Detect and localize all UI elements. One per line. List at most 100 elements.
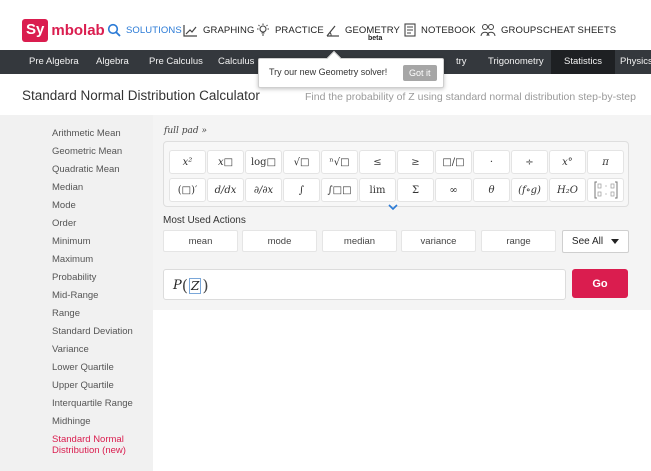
sidebar-item-mode[interactable]: Mode (52, 200, 76, 211)
logo-text: mbolab (51, 21, 105, 39)
category-geometry-partial[interactable]: try (444, 50, 479, 74)
nav-graphing[interactable]: GRAPHING (183, 18, 254, 42)
expression-input[interactable]: P ( Z ) (163, 269, 566, 300)
sidebar-item-lower-quartile[interactable]: Lower Quartile (52, 362, 114, 373)
key-sum[interactable]: Σ (397, 178, 434, 202)
nav-geometry[interactable]: GEOMETRY beta (326, 18, 400, 42)
action-variance-button[interactable]: variance (401, 230, 476, 252)
sidebar-item-minimum[interactable]: Minimum (52, 236, 91, 247)
key-sqrt[interactable]: √□ (283, 150, 320, 174)
action-median-button[interactable]: median (322, 230, 397, 252)
nav-cheat-sheets-label: CHEAT SHEETS (543, 24, 617, 36)
action-range-button[interactable]: range (481, 230, 556, 252)
nav-solutions[interactable]: SOLUTIONS (107, 18, 182, 42)
category-algebra[interactable]: Algebra (84, 50, 141, 74)
key-divide[interactable]: ÷ (511, 150, 548, 174)
page-subtitle: Find the probability of Z using standard… (305, 91, 636, 103)
sidebar-item-standard-deviation[interactable]: Standard Deviation (52, 326, 133, 337)
category-pre-calculus[interactable]: Pre Calculus (137, 50, 215, 74)
logo-badge: Sy (22, 18, 49, 42)
sidebar: Arithmetic Mean Geometric Mean Quadratic… (0, 115, 153, 471)
notebook-icon (404, 23, 416, 37)
most-used-actions-label: Most Used Actions (163, 215, 246, 226)
category-trigonometry[interactable]: Trigonometry (476, 50, 556, 74)
sidebar-item-maximum[interactable]: Maximum (52, 254, 93, 265)
key-power[interactable]: x□ (207, 150, 244, 174)
geometry-icon (326, 25, 339, 37)
key-composition[interactable]: (f∘g) (511, 178, 548, 202)
graph-icon (183, 24, 197, 37)
sidebar-item-interquartile-range[interactable]: Interquartile Range (52, 398, 133, 409)
nav-groups-label: GROUPS (501, 24, 543, 36)
sidebar-item-upper-quartile[interactable]: Upper Quartile (52, 380, 114, 391)
key-derivative[interactable]: d/dx (207, 178, 244, 202)
sidebar-item-arithmetic-mean[interactable]: Arithmetic Mean (52, 128, 121, 139)
key-theta[interactable]: θ (473, 178, 510, 202)
full-pad-link[interactable]: full pad » (164, 126, 207, 136)
open-paren: ( (181, 276, 188, 295)
sidebar-item-mid-range[interactable]: Mid-Range (52, 290, 98, 301)
key-fraction[interactable]: □/□ (435, 150, 472, 174)
lightbulb-icon (257, 23, 269, 36)
math-keypad: x² x□ log□ √□ ⁿ√□ ≤ ≥ □/□ · ÷ x° π (□)′ … (163, 141, 629, 207)
matrix-icon (594, 181, 617, 199)
expression-variable[interactable]: Z (189, 277, 202, 294)
nav-notebook-label: NOTEBOOK (421, 24, 476, 36)
key-squared[interactable]: x² (169, 150, 206, 174)
key-matrix[interactable] (587, 178, 624, 202)
key-log[interactable]: log□ (245, 150, 282, 174)
key-chemistry[interactable]: H₂O (549, 178, 586, 202)
key-infinity[interactable]: ∞ (435, 178, 472, 202)
key-less-equal[interactable]: ≤ (359, 150, 396, 174)
geometry-tooltip: Try our new Geometry solver! Got it (258, 50, 444, 88)
nav-geometry-label: GEOMETRY (345, 24, 400, 36)
key-partial-derivative[interactable]: ∂/∂x (245, 178, 282, 202)
symbolab-logo[interactable]: Sy mbolab (22, 18, 105, 42)
beta-badge: beta (368, 35, 383, 42)
tooltip-text: Try our new Geometry solver! (269, 67, 388, 77)
nav-cheat-sheets[interactable]: CHEAT SHEETS (543, 18, 616, 42)
sidebar-item-probability[interactable]: Probability (52, 272, 96, 283)
groups-icon (480, 24, 496, 37)
key-integral[interactable]: ∫ (283, 178, 320, 202)
nav-practice[interactable]: PRACTICE (256, 18, 324, 42)
action-mean-button[interactable]: mean (163, 230, 238, 252)
search-icon (107, 23, 121, 37)
close-paren: ) (202, 276, 209, 295)
sidebar-item-standard-normal-distribution[interactable]: Standard Normal Distribution (new) (52, 434, 147, 456)
sidebar-item-median[interactable]: Median (52, 182, 83, 193)
nav-graphing-label: GRAPHING (203, 24, 255, 36)
go-button[interactable]: Go (572, 269, 628, 298)
key-multiply-dot[interactable]: · (473, 150, 510, 174)
see-all-dropdown[interactable]: See All (562, 230, 629, 253)
got-it-button[interactable]: Got it (403, 65, 437, 81)
caret-down-icon (611, 239, 620, 244)
key-limit[interactable]: lim (359, 178, 396, 202)
sidebar-item-order[interactable]: Order (52, 218, 76, 229)
action-mode-button[interactable]: mode (242, 230, 317, 252)
category-physics[interactable]: Physics (608, 50, 651, 74)
page-title: Standard Normal Distribution Calculator (22, 88, 260, 103)
key-prime[interactable]: (□)′ (169, 178, 206, 202)
sidebar-item-quadratic-mean[interactable]: Quadratic Mean (52, 164, 120, 175)
sidebar-item-geometric-mean[interactable]: Geometric Mean (52, 146, 122, 157)
chevron-down-icon[interactable] (386, 201, 400, 213)
expression-display: P ( Z ) (173, 276, 209, 295)
sidebar-item-midhinge[interactable]: Midhinge (52, 416, 91, 427)
key-definite-integral[interactable]: ∫□□ (321, 178, 358, 202)
nav-notebook[interactable]: NOTEBOOK (404, 18, 476, 42)
category-pre-algebra[interactable]: Pre Algebra (17, 50, 91, 74)
key-greater-equal[interactable]: ≥ (397, 150, 434, 174)
key-pi[interactable]: π (587, 150, 624, 174)
nav-groups[interactable]: GROUPS (480, 18, 543, 42)
nav-solutions-label: SOLUTIONS (126, 24, 182, 36)
category-statistics[interactable]: Statistics (551, 50, 616, 74)
sidebar-item-variance[interactable]: Variance (52, 344, 89, 355)
top-bar: Sy mbolab SOLUTIONS GRAPHING PRACTICE GE… (0, 0, 651, 50)
key-nth-root[interactable]: ⁿ√□ (321, 150, 358, 174)
nav-practice-label: PRACTICE (275, 24, 324, 36)
see-all-label: See All (571, 236, 604, 247)
key-degree[interactable]: x° (549, 150, 586, 174)
sidebar-item-range[interactable]: Range (52, 308, 80, 319)
expression-prefix: P (173, 278, 182, 293)
